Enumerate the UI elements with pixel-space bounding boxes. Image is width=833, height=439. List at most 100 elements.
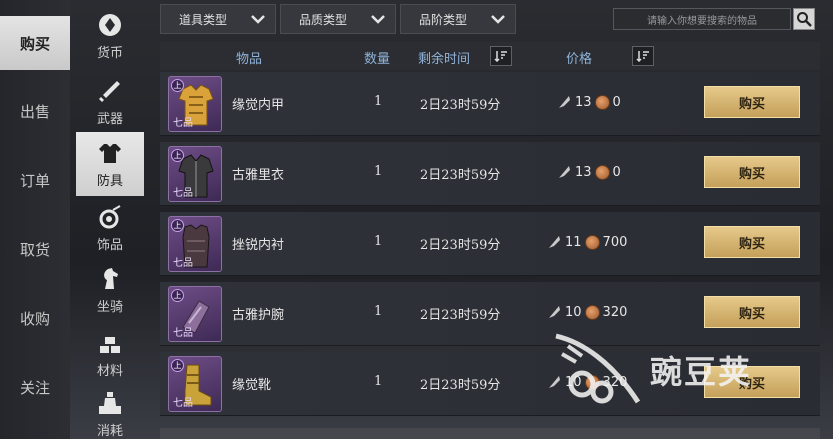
- sort-icon: [636, 51, 649, 62]
- nav-follow[interactable]: 关注: [0, 360, 70, 414]
- coin-icon: [594, 164, 610, 180]
- item-quantity: 1: [374, 374, 383, 389]
- feather-icon: [549, 306, 560, 318]
- price-coin: 0: [612, 164, 621, 180]
- filter-label: 道具类型: [179, 12, 228, 27]
- item-quantity: 1: [374, 304, 383, 319]
- price-feather: 13: [575, 164, 592, 180]
- item-slot[interactable]: 上 七品: [168, 146, 222, 202]
- tier-badge: 上: [171, 289, 184, 302]
- item-slot[interactable]: 上 七品: [168, 286, 222, 342]
- table-row[interactable]: 上 七品 挫锐内衬 1 2日23时59分 11 700 购买: [160, 212, 820, 276]
- filter-quality-type[interactable]: 品质类型: [280, 4, 396, 34]
- filter-label: 品质类型: [299, 12, 348, 27]
- buy-button[interactable]: 购买: [704, 226, 800, 258]
- price-feather: 10: [565, 304, 582, 320]
- watermark-text: 豌豆荚: [650, 353, 753, 391]
- category-mounts[interactable]: 坐骑: [76, 258, 144, 322]
- filter-grade-type[interactable]: 品阶类型: [400, 4, 516, 34]
- sort-icon: [494, 51, 507, 62]
- item-remaining-time: 2日23时59分: [420, 238, 501, 253]
- item-quantity: 1: [374, 234, 383, 249]
- price-coin: 0: [612, 94, 621, 110]
- chevron-down-icon: [491, 15, 505, 24]
- category-label: 消耗: [96, 423, 123, 439]
- category-label: 坐骑: [96, 299, 123, 315]
- category-nav: 货币 武器 防具 饰品 坐骑 材料 消耗: [74, 0, 146, 439]
- price-feather: 11: [565, 234, 582, 250]
- main-nav: 购买 出售 订单 取货 收购 关注: [0, 0, 70, 439]
- horse-icon: [104, 267, 118, 289]
- category-armor[interactable]: 防具: [76, 132, 144, 196]
- item-name: 古雅里衣: [232, 168, 285, 183]
- buy-button[interactable]: 购买: [704, 86, 800, 118]
- filter-label: 品阶类型: [419, 12, 468, 27]
- buy-button[interactable]: 购买: [704, 156, 800, 188]
- item-price: 11 700: [546, 234, 627, 250]
- next-row-peek: [160, 428, 820, 439]
- category-label: 饰品: [96, 237, 123, 253]
- accessory-icon: [99, 204, 121, 228]
- filter-item-type[interactable]: 道具类型: [160, 4, 276, 34]
- nav-orders[interactable]: 订单: [0, 153, 70, 207]
- tier-badge: 上: [171, 79, 184, 92]
- item-slot[interactable]: 上 七品: [168, 356, 222, 412]
- category-consumables[interactable]: 消耗: [76, 382, 144, 439]
- sort-price-button[interactable]: [632, 46, 654, 66]
- category-accessories[interactable]: 饰品: [76, 196, 144, 260]
- buy-button[interactable]: 购买: [704, 296, 800, 328]
- item-slot[interactable]: 上 七品: [168, 216, 222, 272]
- item-name: 缘觉靴: [232, 378, 272, 393]
- search-icon: [797, 12, 812, 27]
- armor-icon: [99, 143, 121, 163]
- tier-badge: 上: [171, 219, 184, 232]
- item-remaining-time: 2日23时59分: [420, 308, 501, 323]
- sword-icon: [99, 80, 120, 102]
- grade-label: 七品: [173, 188, 193, 199]
- table-header: 物品 数量 剩余时间 价格: [160, 42, 820, 70]
- search-input[interactable]: 请输入你想要搜索的物品: [613, 8, 791, 30]
- feather-icon: [559, 166, 570, 178]
- item-remaining-time: 2日23时59分: [420, 378, 501, 393]
- consumable-icon: [99, 391, 121, 414]
- nav-buy[interactable]: 购买: [0, 16, 70, 70]
- header-remaining-time: 剩余时间: [418, 52, 471, 67]
- nav-acquire[interactable]: 收购: [0, 291, 70, 345]
- feather-icon: [549, 236, 560, 248]
- category-currency[interactable]: 货币: [76, 4, 144, 68]
- item-price: 13 0: [556, 94, 621, 110]
- sort-time-button[interactable]: [490, 46, 512, 66]
- item-quantity: 1: [374, 164, 383, 179]
- grade-label: 七品: [173, 118, 193, 129]
- coin-icon: [584, 304, 600, 320]
- currency-icon: [99, 13, 121, 36]
- chevron-down-icon: [251, 15, 265, 24]
- item-name: 缘觉内甲: [232, 98, 285, 113]
- category-label: 防具: [96, 173, 123, 189]
- table-row[interactable]: 上 七品 缘觉内甲 1 2日23时59分 13 0 购买: [160, 72, 820, 136]
- grade-label: 七品: [173, 398, 193, 409]
- header-item: 物品: [236, 52, 263, 67]
- item-quantity: 1: [374, 94, 383, 109]
- item-name: 古雅护腕: [232, 308, 285, 323]
- grade-label: 七品: [173, 328, 193, 339]
- table-row[interactable]: 上 七品 古雅里衣 1 2日23时59分 13 0 购买: [160, 142, 820, 206]
- item-remaining-time: 2日23时59分: [420, 168, 501, 183]
- materials-icon: [100, 336, 120, 353]
- item-slot[interactable]: 上 七品: [168, 76, 222, 132]
- nav-sell[interactable]: 出售: [0, 84, 70, 138]
- category-materials[interactable]: 材料: [76, 322, 144, 386]
- header-price: 价格: [566, 52, 593, 67]
- coin-icon: [584, 234, 600, 250]
- coin-icon: [594, 94, 610, 110]
- item-price: 13 0: [556, 164, 621, 180]
- watermark: 豌豆荚: [552, 330, 802, 410]
- category-weapons[interactable]: 武器: [76, 70, 144, 134]
- item-name: 挫锐内衬: [232, 238, 285, 253]
- price-coin: 320: [602, 304, 628, 320]
- search-button[interactable]: [793, 8, 815, 30]
- tier-badge: 上: [171, 149, 184, 162]
- item-price: 10 320: [546, 304, 627, 320]
- nav-pickup[interactable]: 取货: [0, 222, 70, 276]
- category-label: 货币: [96, 45, 123, 61]
